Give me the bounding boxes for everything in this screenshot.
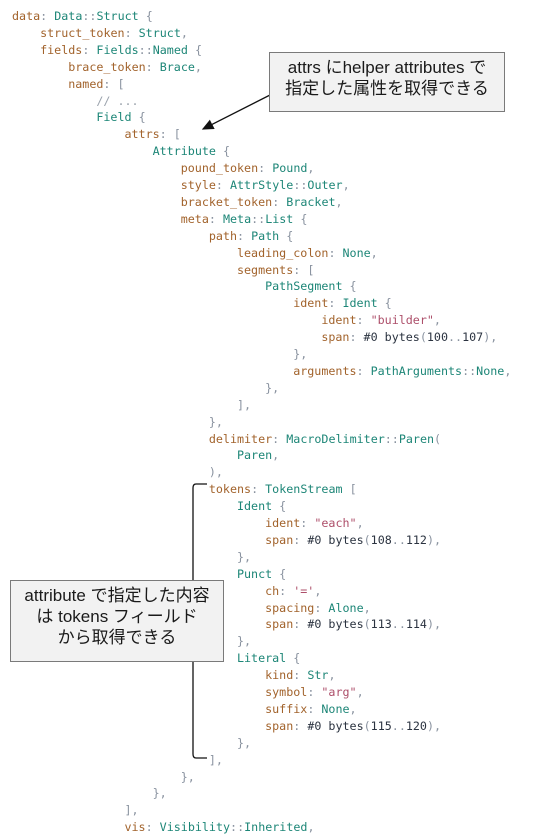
attrs-callout-line2: 指定した属性を取得できる <box>285 79 489 98</box>
tokens-callout: attribute で指定した内容 は tokens フィールド から取得できる <box>10 580 224 662</box>
callout-arrow <box>201 93 273 130</box>
tokens-callout-line2: は tokens フィールド <box>36 607 198 626</box>
tokens-callout-line3: から取得できる <box>57 628 177 647</box>
tokens-callout-line1: attribute で指定した内容 <box>24 586 210 605</box>
attrs-callout: attrs にhelper attributes で 指定した属性を取得できる <box>269 52 505 112</box>
annotation-overlay <box>192 93 273 759</box>
attrs-callout-line1: attrs にhelper attributes で <box>287 58 487 77</box>
